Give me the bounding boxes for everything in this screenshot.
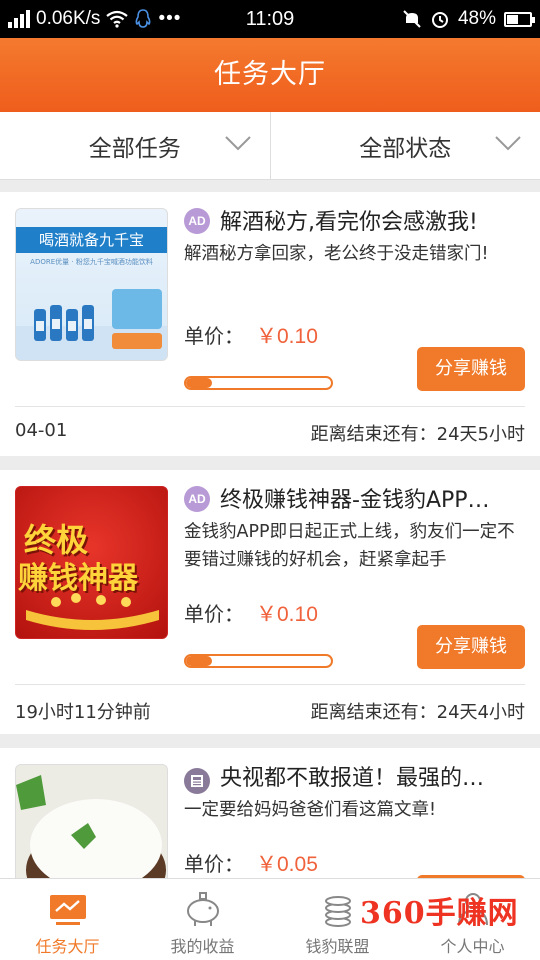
task-description: 解酒秘方拿回家，老公终于没走错家门! (184, 244, 489, 264)
battery-percent: 48% (457, 8, 496, 29)
filter-bar: 全部任务 全部状态 (0, 112, 540, 180)
share-earn-button[interactable]: 分享赚钱 (417, 625, 525, 669)
app-header: 任务大厅 (0, 38, 540, 112)
rice-bowl-image (16, 765, 167, 878)
time-remaining: 距离结束还有：24天4小时 (310, 702, 525, 723)
mute-icon (403, 10, 421, 28)
task-date: 04-01 (15, 420, 68, 441)
gold-coins-image (26, 593, 159, 630)
watermark-logo: 360手赚网 (360, 888, 519, 932)
nav-label: 钱豹联盟 (305, 937, 370, 956)
nav-label: 个人中心 (440, 937, 505, 956)
bottles-image (16, 289, 167, 360)
task-card[interactable]: 终极 赚钱神器 AD 终极赚钱神器-金钱豹APP… 金钱豹APP即日起正式上线，… (0, 470, 540, 734)
task-thumbnail: 喝酒就备九千宝 ADORE优量 · 粉您九千宝喊酒功能饮料 (15, 208, 168, 361)
task-thumbnail: 终极 赚钱神器 (15, 486, 168, 639)
price-label: 单价： (184, 324, 244, 348)
nav-label: 任务大厅 (35, 937, 100, 956)
price-row: 单价： ￥0.10 (184, 320, 318, 350)
progress-fill (186, 378, 213, 388)
task-description: 一定要给妈妈爸爸们看这篇文章! (184, 800, 437, 820)
battery-icon (504, 11, 535, 27)
filter-label: 全部状态 (359, 135, 452, 162)
task-title: 终极赚钱神器-金钱豹APP… (220, 488, 490, 513)
task-thumbnail (15, 764, 168, 878)
chevron-down-icon (495, 136, 521, 151)
thumb-heading: 喝酒就备九千宝 (16, 227, 167, 253)
price-row: 单价： ￥0.05 (184, 848, 318, 878)
filter-task-type[interactable]: 全部任务 (0, 112, 270, 179)
chevron-down-icon (224, 136, 251, 151)
price-value: ￥0.10 (256, 325, 318, 348)
progress-fill (186, 656, 213, 666)
task-card[interactable]: 央视都不敢报道！最强的… 一定要给妈妈爸爸们看这篇文章! 单价： ￥0.05 (0, 748, 540, 878)
price-label: 单价： (184, 852, 244, 876)
ad-badge: AD (184, 486, 210, 512)
task-date: 19小时11分钟前 (15, 702, 151, 723)
watermark-number: 360 (360, 896, 426, 931)
nav-task-hall[interactable]: 任务大厅 (0, 879, 135, 960)
price-row: 单价： ￥0.10 (184, 598, 318, 628)
alarm-icon (431, 12, 448, 28)
filter-label: 全部任务 (88, 135, 181, 162)
nav-label: 我的收益 (170, 937, 235, 956)
nav-my-earnings[interactable]: 我的收益 (135, 879, 270, 960)
article-icon (184, 768, 210, 794)
task-title: 央视都不敢报道！最强的… (220, 766, 485, 791)
task-title: 解酒秘方,看完你会感激我! (220, 210, 478, 235)
thumb-subtitle: ADORE优量 · 粉您九千宝喊酒功能饮料 (30, 258, 153, 266)
status-bar: 0.06K/s ••• 11:09 48% (0, 0, 540, 38)
share-earn-button[interactable]: 分享赚钱 (417, 347, 525, 391)
progress-bar (184, 654, 333, 668)
progress-bar (184, 376, 333, 390)
page-title: 任务大厅 (214, 59, 326, 90)
price-label: 单价： (184, 602, 244, 626)
divider (15, 406, 525, 407)
price-value: ￥0.05 (256, 853, 318, 876)
price-value: ￥0.10 (256, 603, 318, 626)
divider (15, 684, 525, 685)
piggy-bank-icon (186, 892, 219, 926)
filter-task-status[interactable]: 全部状态 (269, 112, 540, 179)
time-remaining: 距离结束还有：24天5小时 (310, 424, 525, 445)
watermark-text: 手赚网 (425, 896, 519, 931)
chart-icon (49, 895, 86, 925)
coins-icon (324, 896, 351, 927)
task-description: 金钱豹APP即日起正式上线，豹友们一定不要错过赚钱的好机会，赶紧拿起手 (184, 522, 515, 570)
task-card[interactable]: 喝酒就备九千宝 ADORE优量 · 粉您九千宝喊酒功能饮料 AD 解酒秘方,看完… (0, 192, 540, 456)
ad-badge: AD (184, 208, 210, 234)
